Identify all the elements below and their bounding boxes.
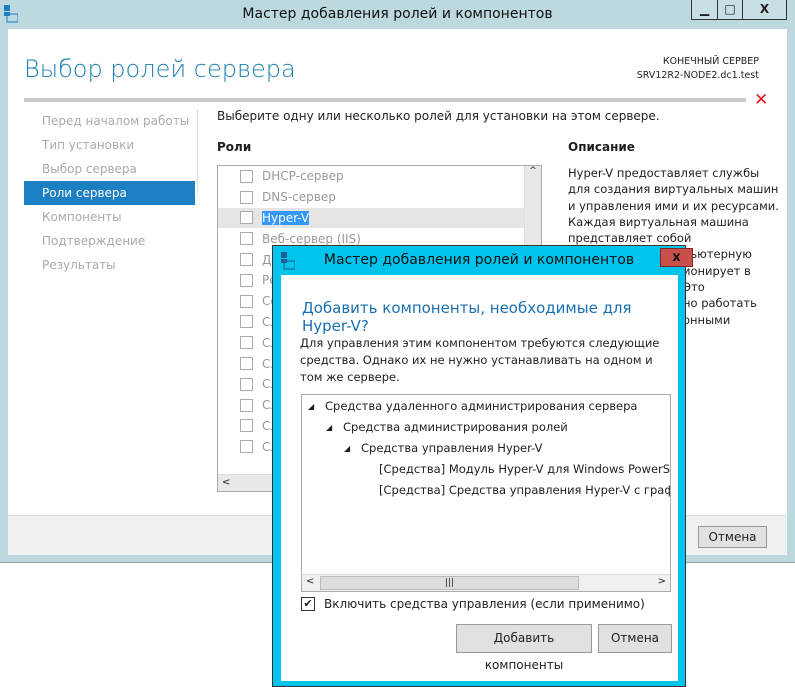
progress-bar (24, 98, 746, 102)
dialog-cancel-button[interactable]: Отмена (598, 624, 672, 653)
role-label: Д (262, 252, 272, 267)
dialog-title: Мастер добавления ролей и компонентов (323, 252, 635, 268)
description-header: Описание (568, 140, 635, 154)
destination-label: КОНЕЧНЫЙ СЕРВЕР (662, 56, 759, 67)
nav-item-server-selection[interactable]: Выбор сервера (24, 157, 195, 181)
nav-item-confirmation[interactable]: Подтверждение (24, 229, 195, 253)
tree-item[interactable]: [Средства] Средства управления Hyper-V с… (379, 483, 670, 497)
nav-divider (197, 109, 198, 193)
add-features-dialog: Мастер добавления ролей и компонентов x … (272, 245, 693, 687)
close-button[interactable]: X (742, 0, 786, 19)
dialog-close-button[interactable]: x (660, 248, 693, 267)
role-checkbox[interactable] (240, 315, 253, 329)
role-checkbox[interactable] (240, 169, 253, 183)
role-checkbox[interactable] (240, 377, 253, 391)
tree-item[interactable]: Средства администрирования ролей (343, 420, 568, 434)
nav-item-features[interactable]: Компоненты (24, 205, 195, 229)
nav-item-server-roles[interactable]: Роли сервера (24, 181, 195, 205)
role-item[interactable]: Hyper-V (218, 207, 541, 229)
checkmark-icon[interactable]: ✔ (301, 597, 315, 611)
role-checkbox[interactable] (240, 336, 253, 350)
wizard-nav: Перед началом работы Тип установки Выбор… (24, 109, 195, 277)
role-item[interactable]: DHCP-сервер (218, 166, 541, 187)
destination-server: SRV12R2-NODE2.dc1.test (636, 70, 759, 81)
dialog-text: Для управления этим компонентом требуютс… (300, 336, 660, 384)
role-checkbox[interactable] (240, 253, 253, 267)
error-icon[interactable]: ✕ (754, 90, 768, 110)
role-checkbox[interactable] (240, 398, 253, 412)
nav-item-results[interactable]: Результаты (24, 253, 195, 277)
role-checkbox[interactable] (240, 294, 253, 308)
role-checkbox[interactable] (240, 440, 253, 454)
role-label: DNS-сервер (262, 190, 336, 205)
role-checkbox[interactable] (240, 273, 253, 287)
role-item[interactable]: DNS-сервер (218, 187, 541, 208)
role-checkbox[interactable] (240, 190, 253, 204)
role-checkbox[interactable] (240, 232, 253, 246)
tree-item[interactable]: Средства управления Hyper-V (361, 441, 542, 455)
window-title: Мастер добавления ролей и компонентов (242, 6, 553, 22)
expand-triangle-icon[interactable]: ◢ (308, 402, 314, 411)
expand-triangle-icon[interactable]: ◢ (326, 423, 332, 432)
include-tools-checkbox[interactable]: ✔ Включить средства управления (если при… (301, 597, 645, 611)
tree-item[interactable]: [Средства] Модуль Hyper-V для Windows Po… (379, 462, 670, 476)
roles-header: Роли (217, 140, 252, 154)
nav-item-install-type[interactable]: Тип установки (24, 133, 195, 157)
scrollbar-thumb[interactable]: ||| (320, 576, 579, 590)
role-checkbox[interactable] (240, 211, 253, 225)
intro-text: Выберите одну или несколько ролей для ус… (217, 109, 660, 123)
page-title: Выбор ролей сервера (24, 55, 296, 83)
add-features-button[interactable]: Добавить компоненты (456, 624, 592, 672)
features-tree[interactable]: ◢ Средства удаленного администрирования … (301, 394, 671, 592)
expand-triangle-icon[interactable]: ◢ (344, 444, 350, 453)
horizontal-scrollbar[interactable]: < ||| > (302, 574, 670, 591)
role-label: DHCP-сервер (262, 169, 344, 184)
nav-item-before-begin[interactable]: Перед началом работы (24, 109, 195, 133)
cancel-button[interactable]: Отмена (698, 526, 767, 548)
role-checkbox[interactable] (240, 357, 253, 371)
minimize-button[interactable]: ▁ (692, 0, 717, 19)
role-label: Hyper-V (262, 210, 310, 225)
role-label: Веб-сервер (IIS) (262, 231, 361, 246)
dialog-heading: Добавить компоненты, необходимые для Hyp… (302, 299, 632, 335)
role-checkbox[interactable] (240, 419, 253, 433)
maximize-button[interactable]: □ (717, 0, 742, 19)
tree-item[interactable]: Средства удаленного администрирования се… (325, 399, 637, 413)
